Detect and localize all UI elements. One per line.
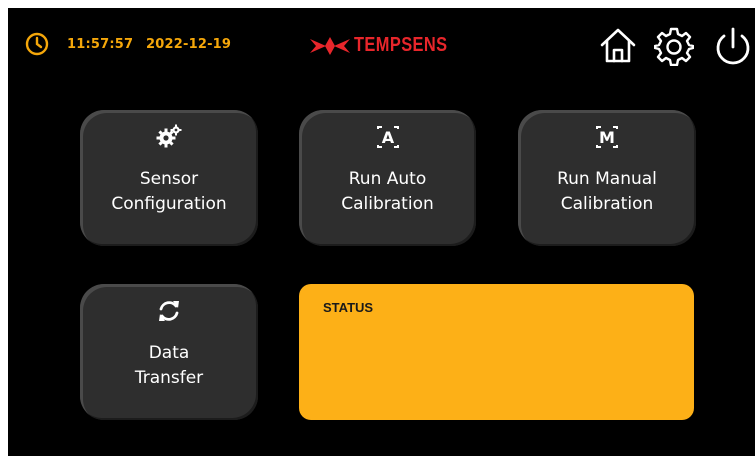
tile-label: Run Auto Calibration (341, 169, 434, 214)
auto-mode-icon: A (376, 126, 399, 148)
run-auto-calibration-button[interactable]: A Run Auto Calibration (299, 110, 476, 246)
sensor-configuration-button[interactable]: Sensor Configuration (80, 110, 258, 246)
gears-icon (156, 124, 182, 148)
svg-text:A: A (381, 128, 394, 147)
clock-date: 2022-12-19 (146, 37, 232, 52)
manual-mode-icon: M (596, 126, 618, 148)
tile-label: Sensor Configuration (111, 169, 227, 214)
brand-name: TEMPSENS (354, 34, 448, 56)
status-panel: STATUS (299, 284, 694, 420)
home-icon (600, 28, 636, 63)
tile-label: Data Transfer (134, 343, 204, 388)
brand-mark-icon (310, 36, 350, 55)
home-button[interactable] (598, 26, 638, 66)
run-manual-calibration-button[interactable]: M Run Manual Calibration (518, 110, 696, 246)
settings-button[interactable] (654, 26, 694, 66)
power-icon (716, 27, 750, 65)
clock-icon (25, 32, 49, 56)
status-title: STATUS (323, 300, 374, 315)
tile-label: Run Manual Calibration (557, 169, 657, 214)
clock-time: 11:57:57 (67, 37, 134, 52)
power-button[interactable] (711, 26, 755, 66)
sync-icon (159, 301, 179, 321)
brand-logo: TEMPSENS (310, 34, 468, 57)
gear-icon (654, 27, 694, 66)
svg-text:M: M (599, 128, 615, 147)
data-transfer-button[interactable]: Data Transfer (80, 284, 258, 420)
hmi-screen: 11:57:57 2022-12-19 TEMPSENS Sensor Conf… (8, 8, 755, 456)
